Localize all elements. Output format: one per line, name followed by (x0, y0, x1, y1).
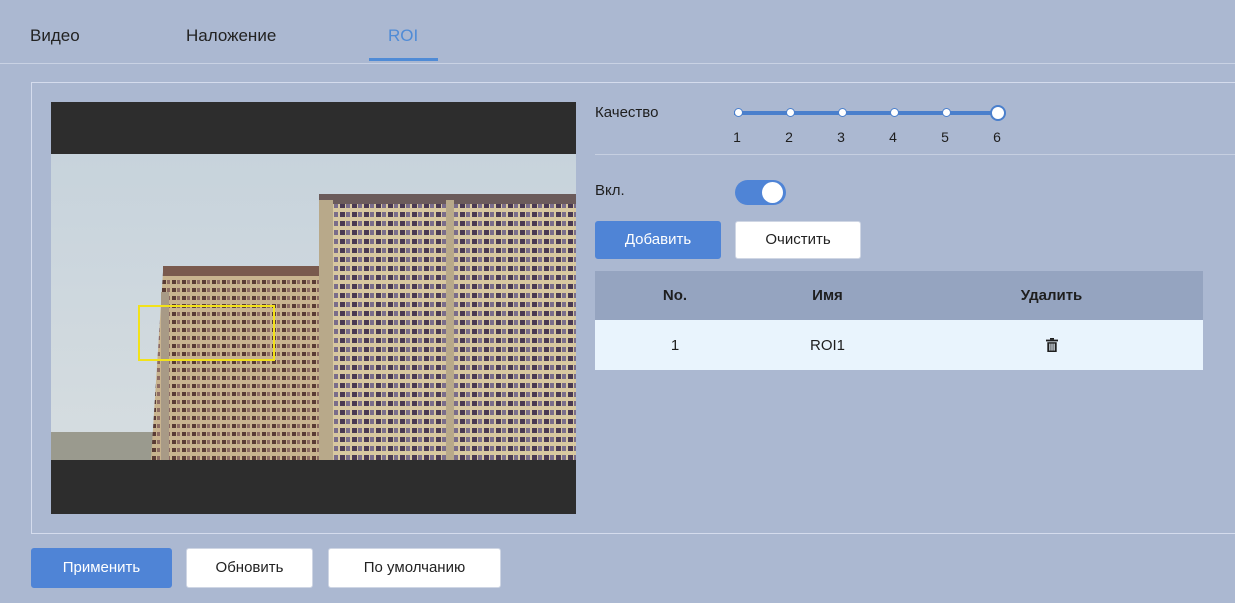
slider-handle[interactable] (990, 105, 1006, 121)
row-name: ROI1 (809, 336, 845, 354)
tab-overlay[interactable]: Наложение (186, 26, 276, 46)
slider-tick: 2 (785, 129, 793, 145)
enable-toggle[interactable] (735, 180, 786, 205)
tab-video[interactable]: Видео (30, 26, 80, 46)
column-header-name: Имя (812, 287, 843, 304)
refresh-button[interactable]: Обновить (186, 548, 313, 588)
trash-icon[interactable] (1045, 338, 1058, 352)
clear-roi-button[interactable]: Очистить (735, 221, 861, 259)
slider-tick: 5 (941, 129, 949, 145)
table-header: No. Имя Удалить (595, 271, 1203, 320)
video-preview[interactable] (51, 102, 576, 514)
quality-slider[interactable]: 1 2 3 4 5 6 (730, 104, 1010, 149)
tab-roi[interactable]: ROI (388, 26, 418, 46)
slider-step-1[interactable] (734, 108, 743, 117)
active-tab-indicator (369, 58, 438, 61)
default-button[interactable]: По умолчанию (328, 548, 501, 588)
roi-table: No. Имя Удалить 1 ROI1 (595, 271, 1203, 370)
column-header-delete: Удалить (1020, 287, 1083, 304)
toggle-knob (762, 182, 783, 203)
slider-tick: 6 (993, 129, 1001, 145)
tab-bar: Видео Наложение ROI (0, 0, 1235, 64)
camera-image (51, 154, 576, 460)
slider-step-5[interactable] (942, 108, 951, 117)
row-no: 1 (670, 336, 680, 354)
slider-step-2[interactable] (786, 108, 795, 117)
row-delete-cell (900, 320, 1203, 370)
quality-label: Качество (595, 104, 659, 121)
slider-tick: 3 (837, 129, 845, 145)
column-header-no: No. (662, 287, 688, 304)
enable-label: Вкл. (595, 182, 625, 199)
apply-button[interactable]: Применить (31, 548, 172, 588)
slider-track (734, 111, 996, 115)
slider-tick: 4 (889, 129, 897, 145)
slider-step-3[interactable] (838, 108, 847, 117)
table-row[interactable]: 1 ROI1 (595, 320, 1203, 370)
slider-step-4[interactable] (890, 108, 899, 117)
divider (595, 154, 1235, 155)
add-roi-button[interactable]: Добавить (595, 221, 721, 259)
slider-tick: 1 (733, 129, 741, 145)
